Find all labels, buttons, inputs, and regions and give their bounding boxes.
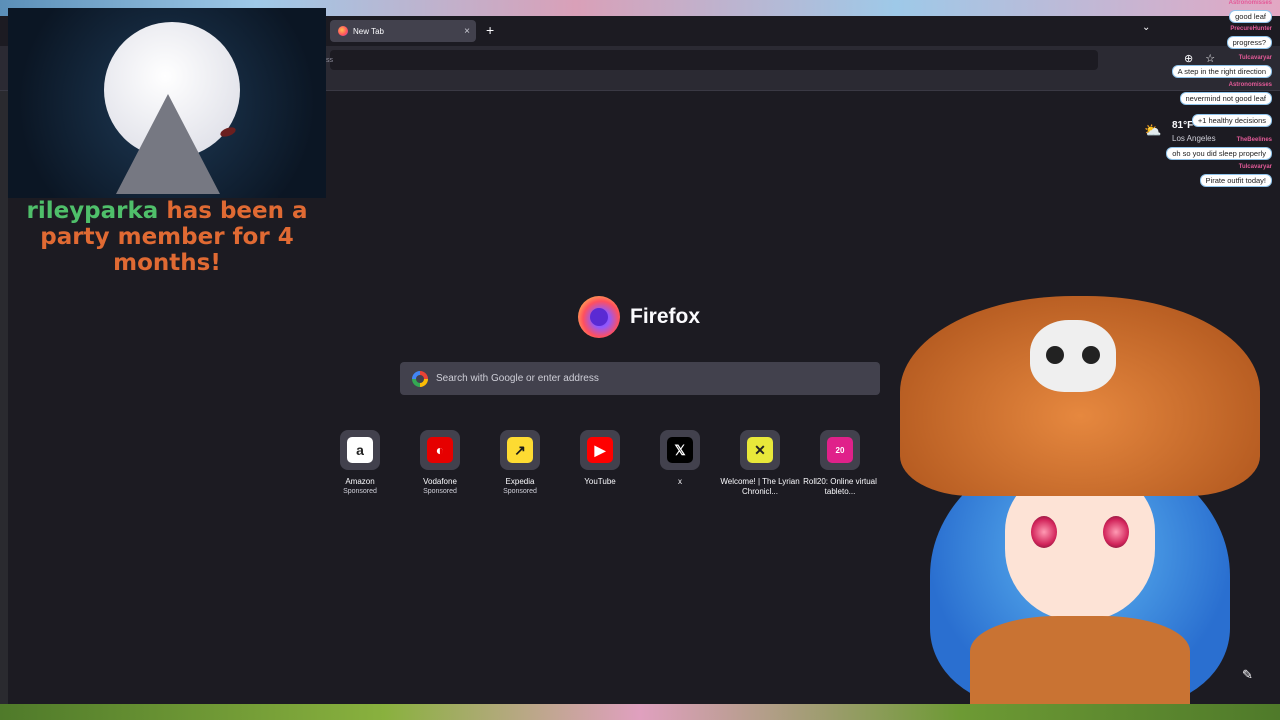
search-input[interactable]: Search with Google or enter address <box>400 362 880 395</box>
chat-message: Astronomisses good leaf <box>1229 0 1272 24</box>
chat-bubble: A step in the right direction <box>1171 65 1272 78</box>
chat-bubble: oh so you did sleep properly <box>1166 147 1272 160</box>
weather-temperature: 81°F <box>1172 120 1194 131</box>
chat-username: Tulcavaryar <box>1238 164 1272 170</box>
stream-scene-image <box>8 8 326 198</box>
top-site-icon-box: 20 <box>820 430 860 470</box>
stream-left-border <box>0 16 8 704</box>
chat-bubble: +1 healthy decisions <box>1191 114 1272 127</box>
partly-cloudy-icon: ⛅ <box>1144 122 1162 138</box>
avatar-left-eye <box>1031 516 1057 548</box>
x-icon: 𝕏 <box>667 437 693 463</box>
top-site-tile[interactable]: 𝕏x <box>640 430 720 487</box>
top-site-label: Welcome! | The Lyrian Chronicl... <box>720 477 800 496</box>
top-site-tile[interactable]: a Amazon Sponsored <box>320 430 400 496</box>
top-site-tile[interactable]: 20 Roll20: Online virtual tableto... <box>800 430 880 497</box>
firefox-logo-icon <box>578 296 620 338</box>
vodafone-icon: ◐ <box>427 437 453 463</box>
top-site-icon-box: ✕ <box>740 430 780 470</box>
chat-bubble: progress? <box>1226 36 1272 49</box>
expedia-icon: ↗ <box>507 437 533 463</box>
top-site-icon-box: ◐ <box>420 430 460 470</box>
alert-username: rileyparka <box>26 198 159 224</box>
avatar-hoodie <box>970 616 1190 704</box>
top-site-icon-box: ↗ <box>500 430 540 470</box>
chat-message: Tulcavaryar Pirate outfit today! <box>1199 164 1272 188</box>
close-tab-icon[interactable]: × <box>464 26 470 37</box>
chat-username: Astronomisses <box>1228 0 1272 6</box>
pirate-hat <box>900 296 1260 496</box>
chat-bubble: good leaf <box>1229 10 1272 23</box>
skull-emblem-icon <box>1030 320 1116 392</box>
subscription-alert: rileyparka has been a party member for 4… <box>8 198 326 276</box>
chat-username: PrecureHunter <box>1230 26 1272 32</box>
vtuber-avatar <box>900 296 1260 706</box>
stream-bottom-border <box>0 704 1280 720</box>
new-tab-button[interactable]: + <box>486 22 494 38</box>
chat-username: Astronomisses <box>1228 82 1272 88</box>
chat-username: TheBeelines <box>1236 137 1272 143</box>
tab-new-tab[interactable]: New Tab × <box>330 20 476 42</box>
sponsored-label: Sponsored <box>343 488 377 495</box>
list-all-tabs-button[interactable]: ⌄ <box>1142 22 1150 33</box>
chat-message: PrecureHunter progress? <box>1226 26 1272 50</box>
top-site-icon-box: 𝕏 <box>660 430 700 470</box>
top-site-icon-box: ▶ <box>580 430 620 470</box>
top-site-icon-box: a <box>340 430 380 470</box>
top-site-label: Vodafone <box>423 477 457 486</box>
firefox-wordmark: Firefox <box>630 305 701 328</box>
top-site-tile[interactable]: ↗ Expedia Sponsored <box>480 430 560 496</box>
top-site-tile[interactable]: ✕ Welcome! | The Lyrian Chronicl... <box>720 430 800 497</box>
top-sites: a Amazon Sponsored ◐ Vodafone Sponsored ↗ Exped… <box>320 430 920 510</box>
sponsored-label: Sponsored <box>503 488 537 495</box>
google-icon <box>412 370 428 387</box>
top-site-tile[interactable]: ▶ YouTube <box>560 430 640 487</box>
customize-pencil-icon[interactable]: ✎ <box>1242 667 1253 683</box>
roll20-icon: 20 <box>827 437 853 463</box>
firefox-favicon-icon <box>338 26 348 36</box>
top-site-label: Expedia <box>505 477 535 486</box>
chat-message: TheBeelines oh so you did sleep properly <box>1166 137 1272 161</box>
top-site-tile[interactable]: ◐ Vodafone Sponsored <box>400 430 480 496</box>
url-bar-placeholder: ss <box>326 56 333 64</box>
youtube-icon: ▶ <box>587 437 613 463</box>
top-site-label: YouTube <box>584 477 616 486</box>
tab-title: New Tab <box>353 26 384 36</box>
chat-message: Tulcavaryar A step in the right direction <box>1171 55 1272 79</box>
url-bar[interactable]: ss <box>326 50 1098 70</box>
lyrian-icon: ✕ <box>747 437 773 463</box>
chat-message: Astronomisses nevermind not good leaf <box>1179 82 1272 106</box>
chat-bubble: Pirate outfit today! <box>1199 174 1272 187</box>
sponsored-label: Sponsored <box>423 488 457 495</box>
firefox-logo: Firefox <box>578 296 700 338</box>
top-site-label: Roll20: Online virtual tableto... <box>803 477 877 496</box>
tower-graphic <box>116 94 220 194</box>
chat-username: Tulcavaryar <box>1238 55 1272 61</box>
search-placeholder: Search with Google or enter address <box>436 373 599 384</box>
top-site-label: x <box>678 477 682 486</box>
chat-bubble: nevermind not good leaf <box>1179 92 1272 105</box>
amazon-icon: a <box>347 437 373 463</box>
avatar-right-eye <box>1103 516 1129 548</box>
chat-message: +1 healthy decisions <box>1191 110 1272 128</box>
top-site-label: Amazon <box>345 477 375 486</box>
